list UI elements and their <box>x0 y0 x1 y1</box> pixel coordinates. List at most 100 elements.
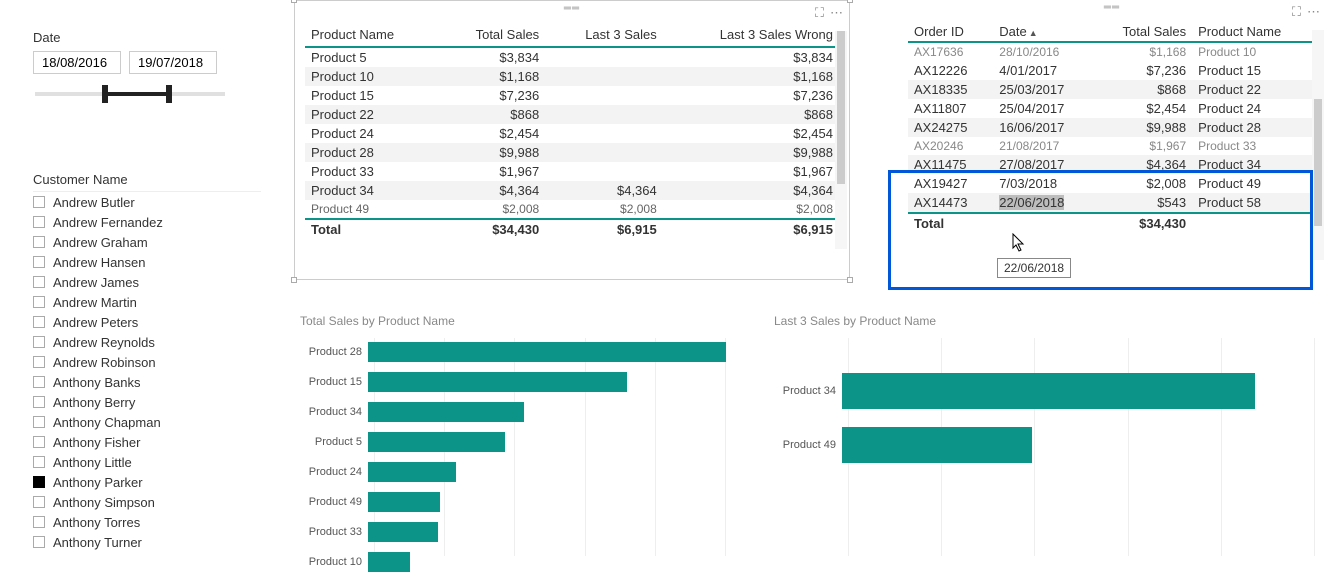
date-start-input[interactable] <box>33 51 121 74</box>
table-row[interactable]: Product 24$2,454$2,454 <box>305 124 839 143</box>
customer-filter-label: Customer Name <box>33 172 261 187</box>
checkbox[interactable] <box>33 476 45 488</box>
col-total-sales[interactable]: Total Sales <box>439 23 545 47</box>
checkbox[interactable] <box>33 256 45 268</box>
col-product-name[interactable]: Product Name <box>1192 20 1316 42</box>
customer-name: Andrew Martin <box>53 295 137 310</box>
customer-item[interactable]: Andrew Robinson <box>33 352 261 372</box>
checkbox[interactable] <box>33 276 45 288</box>
customer-name: Anthony Chapman <box>53 415 161 430</box>
checkbox[interactable] <box>33 296 45 308</box>
table-row[interactable]: Product 15$7,236$7,236 <box>305 86 839 105</box>
chart-total-sales[interactable]: Product 28 Product 15 Product 34 Product 5 P… <box>296 338 726 556</box>
customer-item[interactable]: Andrew Reynolds <box>33 332 261 352</box>
table-row[interactable]: AX17636 28/10/2016 $1,168 Product 10 <box>908 42 1316 61</box>
bar-row[interactable]: Product 33 <box>296 518 726 546</box>
table-row[interactable]: Product 5$3,834$3,834 <box>305 47 839 67</box>
customer-item[interactable]: Andrew Fernandez <box>33 212 261 232</box>
table-order-detail[interactable]: ══ ⛶ ⋯ Order ID Date▲ Total Sales Produc… <box>898 0 1326 290</box>
date-slider[interactable] <box>35 84 225 112</box>
table-row[interactable]: AX1180725/04/2017$2,454Product 24 <box>908 99 1316 118</box>
customer-name: Andrew Fernandez <box>53 215 163 230</box>
checkbox[interactable] <box>33 496 45 508</box>
customer-item[interactable]: Anthony Torres <box>33 512 261 532</box>
bar-row[interactable]: Product 49 <box>296 488 726 516</box>
customer-item[interactable]: Anthony Turner <box>33 532 261 552</box>
col-total-sales[interactable]: Total Sales <box>1094 20 1192 42</box>
customer-list[interactable]: Andrew Butler Andrew Fernandez Andrew Grah… <box>33 191 261 552</box>
customer-item[interactable]: Andrew Hansen <box>33 252 261 272</box>
slider-thumb-start[interactable] <box>102 85 108 103</box>
scrollbar[interactable] <box>1312 30 1324 260</box>
table-row[interactable]: AX1447322/06/2018$543Product 58 <box>908 193 1316 213</box>
bar-label: Product 15 <box>296 376 368 388</box>
bar-label: Product 49 <box>770 439 842 451</box>
checkbox[interactable] <box>33 236 45 248</box>
checkbox[interactable] <box>33 396 45 408</box>
col-order-id[interactable]: Order ID <box>908 20 993 42</box>
bar-label: Product 34 <box>770 385 842 397</box>
checkbox[interactable] <box>33 316 45 328</box>
col-product-name[interactable]: Product Name <box>305 23 439 47</box>
customer-item[interactable]: Anthony Berry <box>33 392 261 412</box>
bar-row[interactable]: Product 34 <box>770 368 1315 414</box>
customer-item[interactable]: Andrew James <box>33 272 261 292</box>
chart-last3-sales[interactable]: Product 34 Product 49 <box>770 338 1315 556</box>
bar-row[interactable]: Product 10 <box>296 548 726 576</box>
customer-item[interactable]: Anthony Chapman <box>33 412 261 432</box>
table-row[interactable]: AX194277/03/2018$2,008Product 49 <box>908 174 1316 193</box>
table-row[interactable]: AX122264/01/2017$7,236Product 15 <box>908 61 1316 80</box>
table-row[interactable]: Product 49$2,008$2,008$2,008 <box>305 200 839 219</box>
customer-item[interactable]: Anthony Banks <box>33 372 261 392</box>
date-filter-label: Date <box>33 30 261 45</box>
bar-fill <box>368 402 524 422</box>
bar-row[interactable]: Product 28 <box>296 338 726 366</box>
bar-row[interactable]: Product 5 <box>296 428 726 456</box>
table-row[interactable]: AX2427516/06/2017$9,988Product 28 <box>908 118 1316 137</box>
bar-fill <box>368 342 726 362</box>
bar-fill <box>368 552 410 572</box>
customer-item[interactable]: Andrew Martin <box>33 292 261 312</box>
col-date[interactable]: Date▲ <box>993 20 1093 42</box>
customer-item[interactable]: Anthony Parker <box>33 472 261 492</box>
checkbox[interactable] <box>33 336 45 348</box>
checkbox[interactable] <box>33 516 45 528</box>
bar-label: Product 5 <box>296 436 368 448</box>
bar-row[interactable]: Product 15 <box>296 368 726 396</box>
table-product-sales[interactable]: ══ ⛶ ⋯ Product Name Total Sales Last 3 S… <box>294 0 850 280</box>
checkbox[interactable] <box>33 416 45 428</box>
bar-row[interactable]: Product 34 <box>296 398 726 426</box>
table-row[interactable]: Product 10$1,168$1,168 <box>305 67 839 86</box>
checkbox[interactable] <box>33 376 45 388</box>
checkbox[interactable] <box>33 436 45 448</box>
customer-name: Andrew Butler <box>53 195 135 210</box>
customer-item[interactable]: Andrew Butler <box>33 192 261 212</box>
customer-item[interactable]: Anthony Simpson <box>33 492 261 512</box>
customer-item[interactable]: Andrew Peters <box>33 312 261 332</box>
col-last3-sales[interactable]: Last 3 Sales <box>545 23 663 47</box>
bar-label: Product 10 <box>296 556 368 568</box>
scrollbar[interactable] <box>835 31 847 249</box>
checkbox[interactable] <box>33 216 45 228</box>
customer-item[interactable]: Anthony Fisher <box>33 432 261 452</box>
table-row[interactable]: AX1833525/03/2017$868Product 22 <box>908 80 1316 99</box>
table-row[interactable]: AX2024621/08/2017$1,967Product 33 <box>908 137 1316 155</box>
slider-thumb-end[interactable] <box>166 85 172 103</box>
bar-row[interactable]: Product 49 <box>770 422 1315 468</box>
table-row[interactable]: Product 33$1,967$1,967 <box>305 162 839 181</box>
date-end-input[interactable] <box>129 51 217 74</box>
checkbox[interactable] <box>33 456 45 468</box>
customer-item[interactable]: Anthony Little <box>33 452 261 472</box>
bar-label: Product 33 <box>296 526 368 538</box>
customer-item[interactable]: Andrew Graham <box>33 232 261 252</box>
checkbox[interactable] <box>33 536 45 548</box>
checkbox[interactable] <box>33 196 45 208</box>
bar-label: Product 34 <box>296 406 368 418</box>
table-row[interactable]: Product 22$868$868 <box>305 105 839 124</box>
table-row[interactable]: Product 28$9,988$9,988 <box>305 143 839 162</box>
table-row[interactable]: Product 34$4,364$4,364$4,364 <box>305 181 839 200</box>
bar-row[interactable]: Product 24 <box>296 458 726 486</box>
table-row[interactable]: AX1147527/08/2017$4,364Product 34 <box>908 155 1316 174</box>
col-last3-wrong[interactable]: Last 3 Sales Wrong <box>663 23 839 47</box>
checkbox[interactable] <box>33 356 45 368</box>
